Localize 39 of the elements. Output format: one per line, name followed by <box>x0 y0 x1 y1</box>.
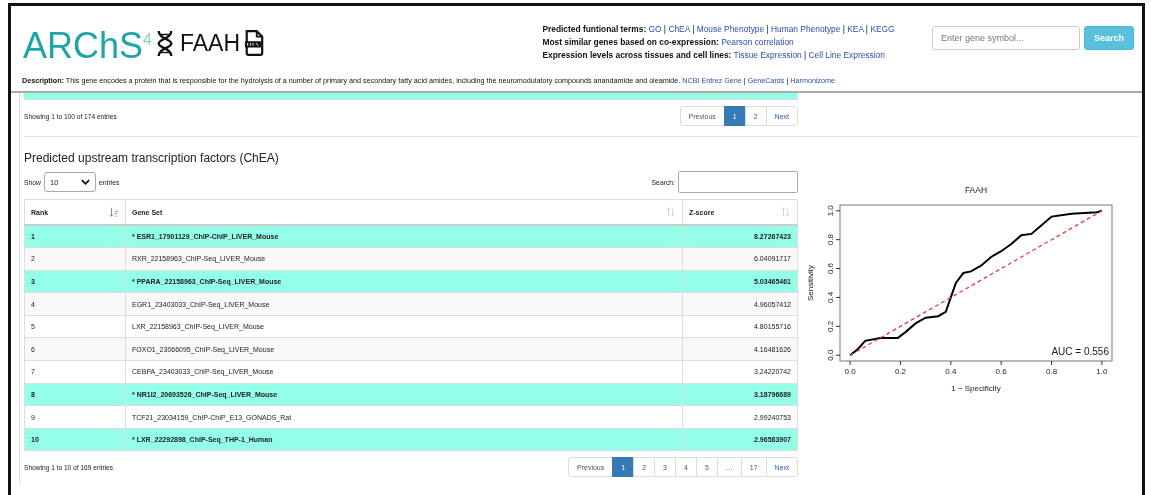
tick-label: 0.6 <box>826 263 835 275</box>
table-search-field[interactable] <box>678 171 798 193</box>
tick-label: 0.4 <box>826 291 835 303</box>
nav-line: Predicted funtional terms: GO | ChEA | Mouse Phenotype | Human Phenotype | KEA | KEGG <box>542 24 896 34</box>
tick-label: 0.4 <box>945 367 957 376</box>
section-title: Predicted upstream transcription factors (ChEA) <box>24 151 280 165</box>
caret-icon <box>81 179 90 185</box>
tick-label: 0.0 <box>826 349 835 361</box>
tick-label: 0.8 <box>826 234 835 246</box>
json-file-icon[interactable] <box>244 30 265 56</box>
tick-label: 0.2 <box>894 367 906 376</box>
sort-icon <box>666 207 676 217</box>
auc-label: AUC = 0.556 <box>1051 346 1109 357</box>
link[interactable]: GO <box>648 24 662 34</box>
link[interactable]: Cell Line Expression <box>808 50 885 60</box>
link[interactable]: ChEA <box>668 24 690 34</box>
nav-line: Most similar genes based on co-expression: Pearson correlation <box>542 37 795 47</box>
link[interactable]: KEGG <box>870 24 895 34</box>
link[interactable]: KEA <box>847 24 864 34</box>
dna-icon <box>155 29 174 57</box>
sort-icon <box>109 207 119 217</box>
gene-symbol: FAAH <box>179 29 241 57</box>
tick-label: 1.0 <box>1096 367 1108 376</box>
tick-label: 1.0 <box>826 205 835 217</box>
tick-label: 0.2 <box>826 320 835 332</box>
link[interactable]: Tissue Expression <box>733 50 802 60</box>
x-axis-label: 1 − Specificity <box>951 384 1001 393</box>
tick-label: 0.0 <box>844 367 856 376</box>
sort-icon <box>781 207 791 217</box>
logo: ARChS$^{4}$ <box>23 24 152 66</box>
y-axis-label: Sensitivity <box>806 265 815 301</box>
link[interactable]: Mouse Phenotype <box>696 24 765 34</box>
link[interactable]: Pearson correlation <box>721 37 794 47</box>
chart-title: FAAH <box>964 185 988 195</box>
gene-search-field[interactable]: Enter gene symbol... <box>931 26 1080 50</box>
nav-line: Expression levels across tissues and cell lines: Tissue Expression | Cell Line Expression <box>542 50 886 60</box>
link[interactable]: Human Phenotype <box>771 24 841 34</box>
tick-label: 0.6 <box>995 367 1007 376</box>
tick-label: 0.8 <box>1046 367 1058 376</box>
